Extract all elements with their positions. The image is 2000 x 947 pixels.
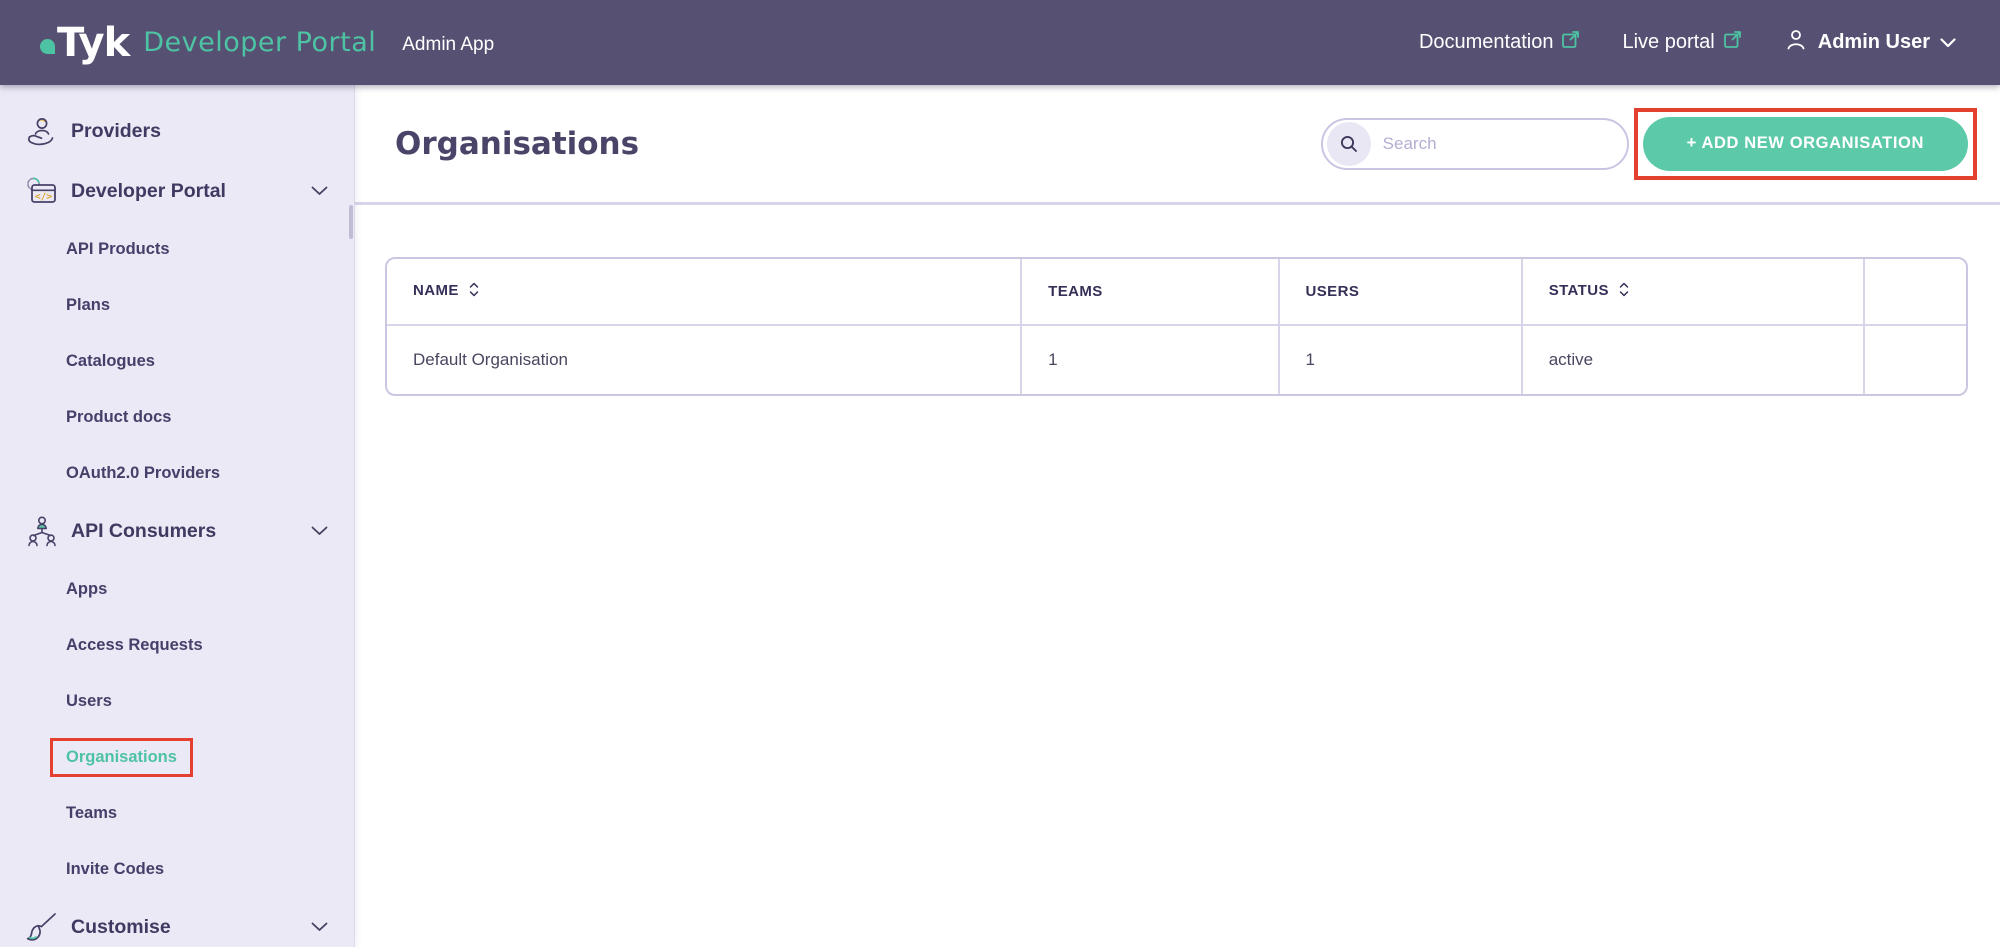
sidebar-item-label: Organisations xyxy=(66,748,177,766)
sidebar-section-label: Developer Portal xyxy=(71,180,226,203)
sidebar-item-api-products[interactable]: API Products xyxy=(0,221,354,277)
sidebar-item-organisations[interactable]: Organisations xyxy=(0,729,354,785)
external-link-icon xyxy=(1723,30,1742,55)
column-label: USERS xyxy=(1306,283,1360,300)
column-header-actions xyxy=(1863,259,1966,324)
sidebar-item-label: Apps xyxy=(66,580,107,599)
svg-text:</>: </> xyxy=(35,192,52,203)
user-icon xyxy=(1784,28,1808,58)
chevron-down-icon xyxy=(311,186,328,196)
sidebar-item-label: Invite Codes xyxy=(66,860,164,879)
column-label: TEAMS xyxy=(1048,283,1103,300)
chevron-down-icon xyxy=(311,922,328,932)
sidebar-item-label: API Products xyxy=(66,240,170,259)
column-header-status[interactable]: STATUS xyxy=(1521,259,1864,324)
documentation-label: Documentation xyxy=(1419,31,1554,54)
search-input[interactable] xyxy=(1383,134,1627,154)
admin-app-label: Admin App xyxy=(402,34,494,56)
add-new-organisation-button[interactable]: + ADD NEW ORGANISATION xyxy=(1643,117,1968,171)
page-title: Organisations xyxy=(395,126,639,162)
cell-status: active xyxy=(1521,324,1864,394)
page-header: Organisations + ADD NEW ORGANISATION xyxy=(355,85,2000,205)
sidebar-item-plans[interactable]: Plans xyxy=(0,277,354,333)
organisations-table: NAME TEAMS USERS STATUS Default Or xyxy=(385,257,1968,396)
header-controls: + ADD NEW ORGANISATION xyxy=(1321,108,1977,180)
column-header-teams: TEAMS xyxy=(1020,259,1277,324)
sidebar-item-invite-codes[interactable]: Invite Codes xyxy=(0,841,354,897)
tyk-leaf-icon xyxy=(40,39,55,54)
documentation-link[interactable]: Documentation xyxy=(1419,30,1581,55)
chevron-down-icon xyxy=(311,526,328,536)
navbar-right: Documentation Live portal xyxy=(1419,28,1956,58)
sidebar-item-label: Plans xyxy=(66,296,110,315)
search-box xyxy=(1321,118,1629,170)
annotation-box-organisations: Organisations xyxy=(50,738,193,777)
external-link-icon xyxy=(1561,30,1580,55)
sidebar-item-catalogues[interactable]: Catalogues xyxy=(0,333,354,389)
sidebar-item-label: Product docs xyxy=(66,408,171,427)
developer-portal-icon: </> xyxy=(24,175,60,207)
sidebar-item-label: Teams xyxy=(66,804,117,823)
chevron-down-icon xyxy=(1940,31,1956,54)
logo-subtext: Developer Portal xyxy=(143,27,376,58)
sidebar-section-label: API Consumers xyxy=(71,520,216,543)
cell-actions xyxy=(1863,324,1966,394)
sidebar-item-developer-portal[interactable]: </> Developer Portal xyxy=(0,161,354,221)
live-portal-label: Live portal xyxy=(1622,31,1714,54)
cell-users: 1 xyxy=(1278,324,1521,394)
live-portal-link[interactable]: Live portal xyxy=(1622,30,1741,55)
api-consumers-icon xyxy=(24,515,60,547)
sidebar-item-teams[interactable]: Teams xyxy=(0,785,354,841)
sidebar-item-label: Users xyxy=(66,692,112,711)
column-header-users: USERS xyxy=(1278,259,1521,324)
sidebar-item-product-docs[interactable]: Product docs xyxy=(0,389,354,445)
user-name: Admin User xyxy=(1818,31,1930,54)
sort-icon xyxy=(468,284,480,301)
sidebar-item-label: Access Requests xyxy=(66,636,203,655)
main-content: Organisations + ADD NEW ORGANISATION xyxy=(355,85,2000,947)
top-navbar: Tyk Developer Portal Admin App Documenta… xyxy=(0,0,2000,85)
sidebar-item-providers[interactable]: Providers xyxy=(0,101,354,161)
column-label: NAME xyxy=(413,282,459,299)
column-header-name[interactable]: NAME xyxy=(387,259,1020,324)
sidebar-item-customise[interactable]: Customise xyxy=(0,897,354,947)
cell-name: Default Organisation xyxy=(387,324,1020,394)
customise-icon xyxy=(24,912,60,942)
sidebar-scrollbar-thumb[interactable] xyxy=(349,205,353,239)
sidebar-item-label: OAuth2.0 Providers xyxy=(66,464,220,483)
table-row[interactable]: Default Organisation 1 1 active xyxy=(387,324,1966,394)
sidebar-item-apps[interactable]: Apps xyxy=(0,561,354,617)
search-icon xyxy=(1327,122,1371,166)
logo-text: Tyk xyxy=(57,23,129,63)
providers-icon xyxy=(24,115,60,147)
sidebar-item-label: Catalogues xyxy=(66,352,155,371)
tyk-logo[interactable]: Tyk Developer Portal xyxy=(40,23,376,63)
sidebar-item-oauth2-providers[interactable]: OAuth2.0 Providers xyxy=(0,445,354,501)
annotation-box-add-button: + ADD NEW ORGANISATION xyxy=(1634,108,1977,180)
column-label: STATUS xyxy=(1549,282,1609,299)
sidebar-item-users[interactable]: Users xyxy=(0,673,354,729)
user-menu[interactable]: Admin User xyxy=(1784,28,1956,58)
sidebar-section-label: Providers xyxy=(71,120,161,143)
sidebar-item-access-requests[interactable]: Access Requests xyxy=(0,617,354,673)
table-header-row: NAME TEAMS USERS STATUS xyxy=(387,259,1966,324)
sort-icon xyxy=(1618,284,1630,301)
sidebar-item-api-consumers[interactable]: API Consumers xyxy=(0,501,354,561)
sidebar: Providers </> Developer Portal API Produ… xyxy=(0,85,355,947)
sidebar-section-label: Customise xyxy=(71,916,171,939)
cell-teams: 1 xyxy=(1020,324,1277,394)
